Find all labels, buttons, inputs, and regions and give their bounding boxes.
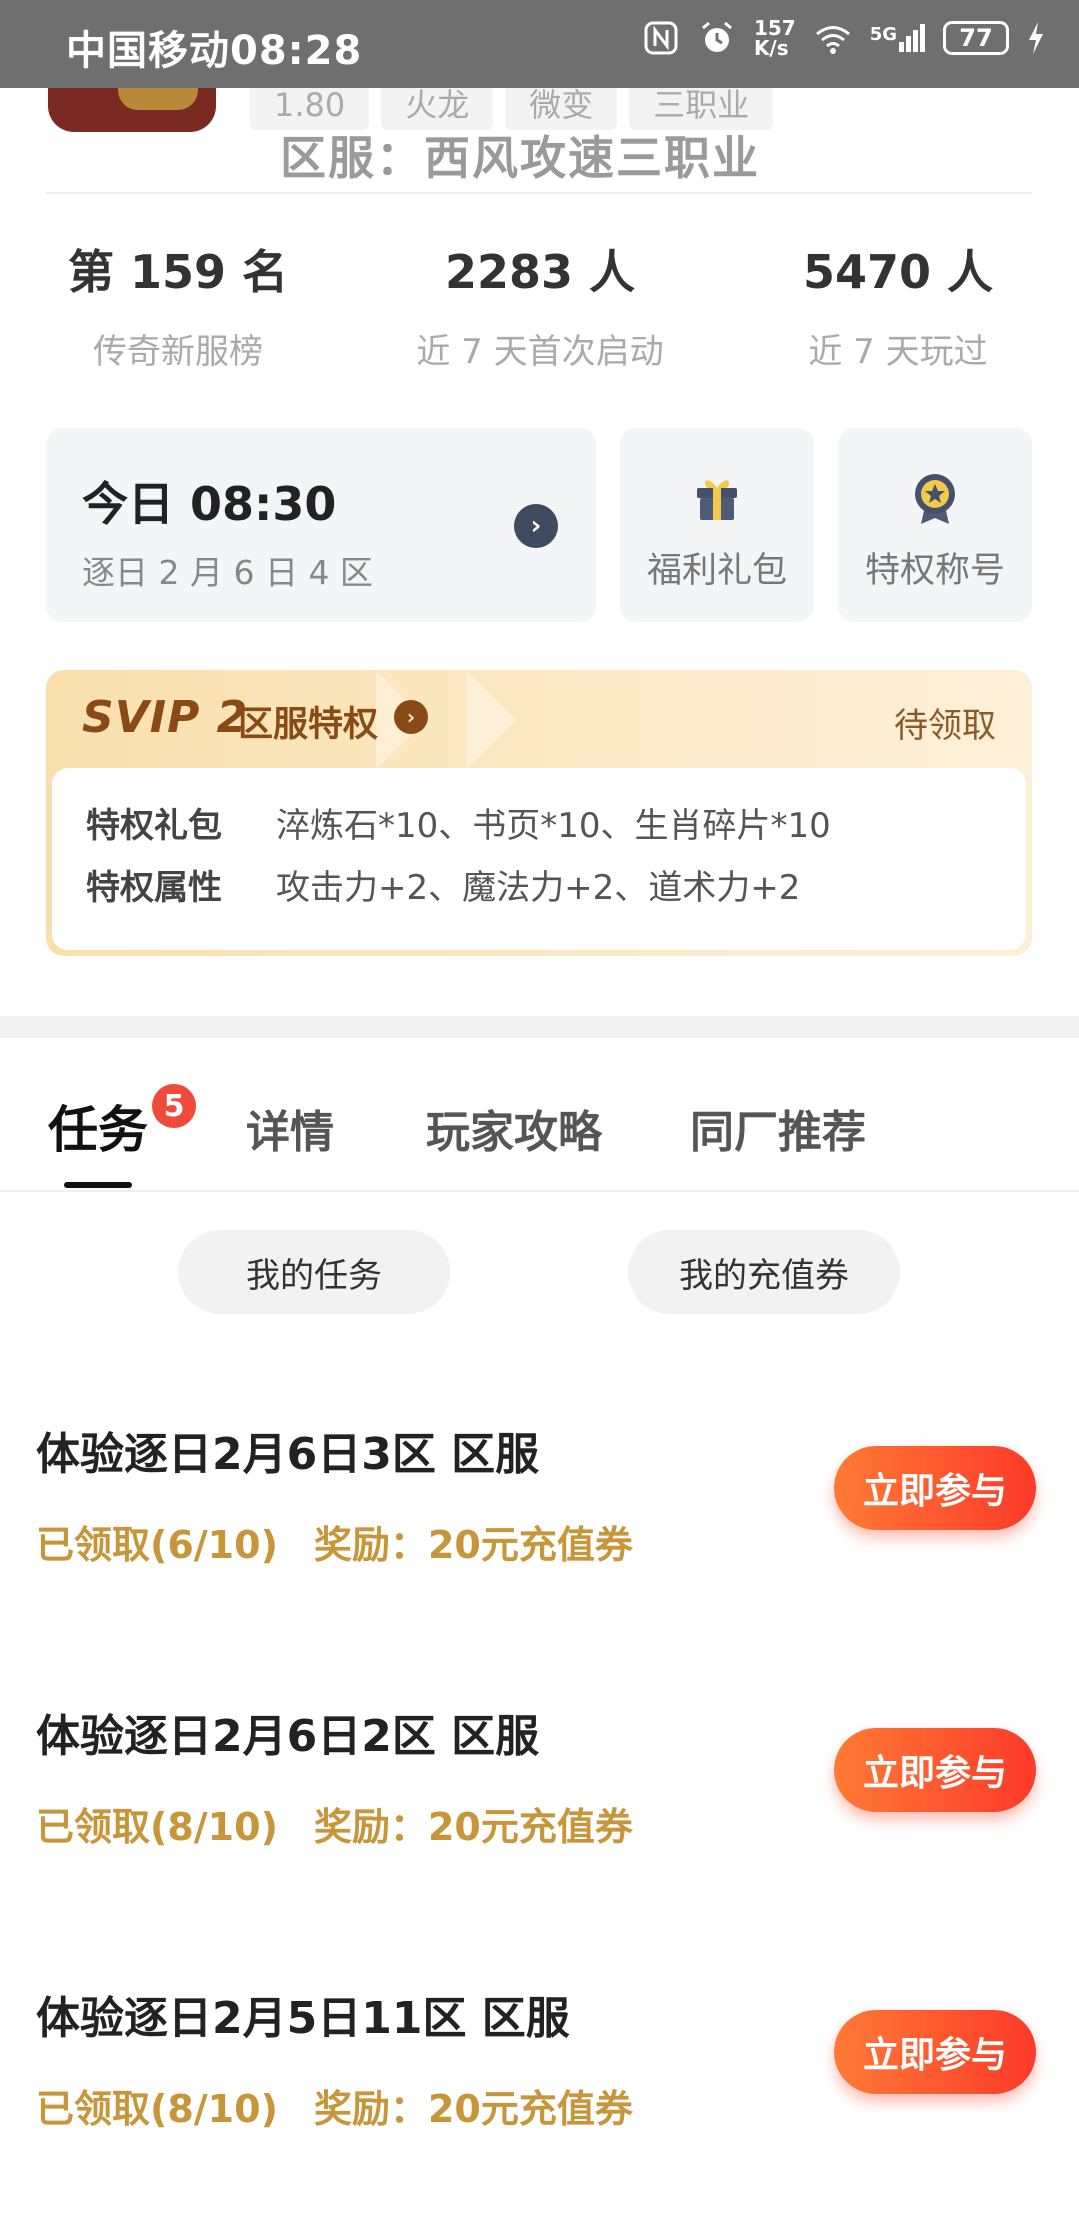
privilege-title-label: 特权称号 bbox=[864, 551, 1005, 591]
welfare-gift-label: 福利礼包 bbox=[646, 551, 787, 591]
svip-claim-status[interactable]: 待领取 bbox=[894, 698, 996, 747]
stat-played: 5470 人 近 7 天玩过 bbox=[748, 236, 1048, 373]
open-time: 今日 08:30 bbox=[82, 477, 337, 531]
task-title: 体验逐日2月6日3区 区服 bbox=[36, 1429, 540, 1480]
status-icons: 157 K/s 5G 77 bbox=[642, 18, 1045, 58]
join-task-button[interactable]: 立即参与 bbox=[834, 2010, 1036, 2094]
tab-tasks[interactable]: 任务 bbox=[48, 1090, 148, 1162]
privilege-key: 特权礼包 bbox=[86, 806, 222, 846]
task-claimed: 已领取(8/10) bbox=[36, 1805, 278, 1849]
wifi-icon bbox=[815, 26, 850, 54]
privilege-value: 淬炼石*10、书页*10、生肖碎片*10 bbox=[276, 806, 831, 846]
divider bbox=[46, 192, 1033, 194]
stat-label: 近 7 天首次启动 bbox=[416, 332, 664, 372]
task-info: 已领取(8/10) 奖励：20元充值券 bbox=[36, 2078, 633, 2133]
signal-icon: 5G bbox=[870, 24, 925, 52]
stat-value: 5470 人 bbox=[802, 245, 994, 299]
task-claimed: 已领取(6/10) bbox=[36, 1523, 278, 1567]
server-title: 区服：西风攻速三职业 bbox=[280, 131, 760, 185]
task-title: 体验逐日2月6日2区 区服 bbox=[36, 1711, 540, 1762]
my-vouchers-button[interactable]: 我的充值券 bbox=[628, 1230, 900, 1314]
join-task-button[interactable]: 立即参与 bbox=[834, 1728, 1036, 1812]
net-speed: 157 K/s bbox=[753, 16, 796, 60]
stat-label: 近 7 天玩过 bbox=[808, 332, 988, 372]
stat-value: 第 159 名 bbox=[67, 245, 289, 299]
tab-details[interactable]: 详情 bbox=[246, 1096, 334, 1160]
stat-value: 2283 人 bbox=[444, 245, 636, 299]
stat-label: 传奇新服榜 bbox=[93, 332, 263, 372]
open-server-name: 逐日 2 月 6 日 4 区 bbox=[82, 553, 373, 592]
privilege-title-card[interactable]: 特权称号 bbox=[838, 428, 1032, 622]
section-divider bbox=[0, 1016, 1079, 1038]
privilege-key: 特权属性 bbox=[86, 868, 222, 908]
privilege-value: 攻击力+2、魔法力+2、道术力+2 bbox=[276, 868, 801, 908]
tasks-count-badge: 5 bbox=[152, 1084, 196, 1128]
task-info: 已领取(6/10) 奖励：20元充值券 bbox=[36, 1514, 633, 1569]
open-time-card[interactable]: 今日 08:30 逐日 2 月 6 日 4 区 › bbox=[46, 428, 596, 622]
join-task-button[interactable]: 立即参与 bbox=[834, 1446, 1036, 1530]
stat-rank: 第 159 名 传奇新服榜 bbox=[28, 236, 328, 373]
gift-icon bbox=[697, 480, 737, 520]
task-info: 已领取(8/10) 奖励：20元充值券 bbox=[36, 1796, 633, 1851]
carrier-time: 中国移动08:28 bbox=[66, 28, 363, 74]
battery-icon: 77 bbox=[943, 21, 1009, 55]
status-bar: 中国移动08:28 157 K/s 5G 77 bbox=[0, 0, 1079, 88]
svip-privilege-panel[interactable]: SVIP 2 区服特权 › 待领取 特权礼包 淬炼石*10、书页*10、生肖碎片*… bbox=[46, 670, 1032, 956]
svip-title: 区服特权 bbox=[238, 705, 379, 745]
tab-player-guides[interactable]: 玩家攻略 bbox=[426, 1096, 602, 1160]
task-reward: 奖励：20元充值券 bbox=[313, 2087, 633, 2131]
decor-chevron bbox=[466, 670, 516, 770]
svip-logo: SVIP 2 bbox=[82, 692, 249, 743]
task-claimed: 已领取(8/10) bbox=[36, 2087, 278, 2131]
divider bbox=[0, 1190, 1079, 1192]
welfare-gift-card[interactable]: 福利礼包 bbox=[620, 428, 814, 622]
my-tasks-button[interactable]: 我的任务 bbox=[178, 1230, 450, 1314]
chevron-right-icon: › bbox=[514, 504, 558, 548]
task-reward: 奖励：20元充值券 bbox=[313, 1523, 633, 1567]
privilege-row: 特权礼包 淬炼石*10、书页*10、生肖碎片*10 bbox=[86, 798, 831, 847]
task-title: 体验逐日2月5日11区 区服 bbox=[36, 1993, 570, 2044]
nfc-icon bbox=[644, 21, 678, 55]
alarm-icon bbox=[701, 21, 732, 52]
svip-body: 特权礼包 淬炼石*10、书页*10、生肖碎片*10 特权属性 攻击力+2、魔法力+2… bbox=[52, 768, 1026, 950]
privilege-row: 特权属性 攻击力+2、魔法力+2、道术力+2 bbox=[86, 860, 800, 909]
tab-same-developer[interactable]: 同厂推荐 bbox=[690, 1096, 866, 1160]
chevron-right-icon[interactable]: › bbox=[394, 700, 428, 734]
active-tab-indicator bbox=[64, 1182, 132, 1188]
medal-icon bbox=[915, 474, 955, 524]
task-reward: 奖励：20元充值券 bbox=[313, 1805, 633, 1849]
charging-icon bbox=[1029, 22, 1043, 54]
stat-first-launch: 2283 人 近 7 天首次启动 bbox=[390, 236, 690, 373]
